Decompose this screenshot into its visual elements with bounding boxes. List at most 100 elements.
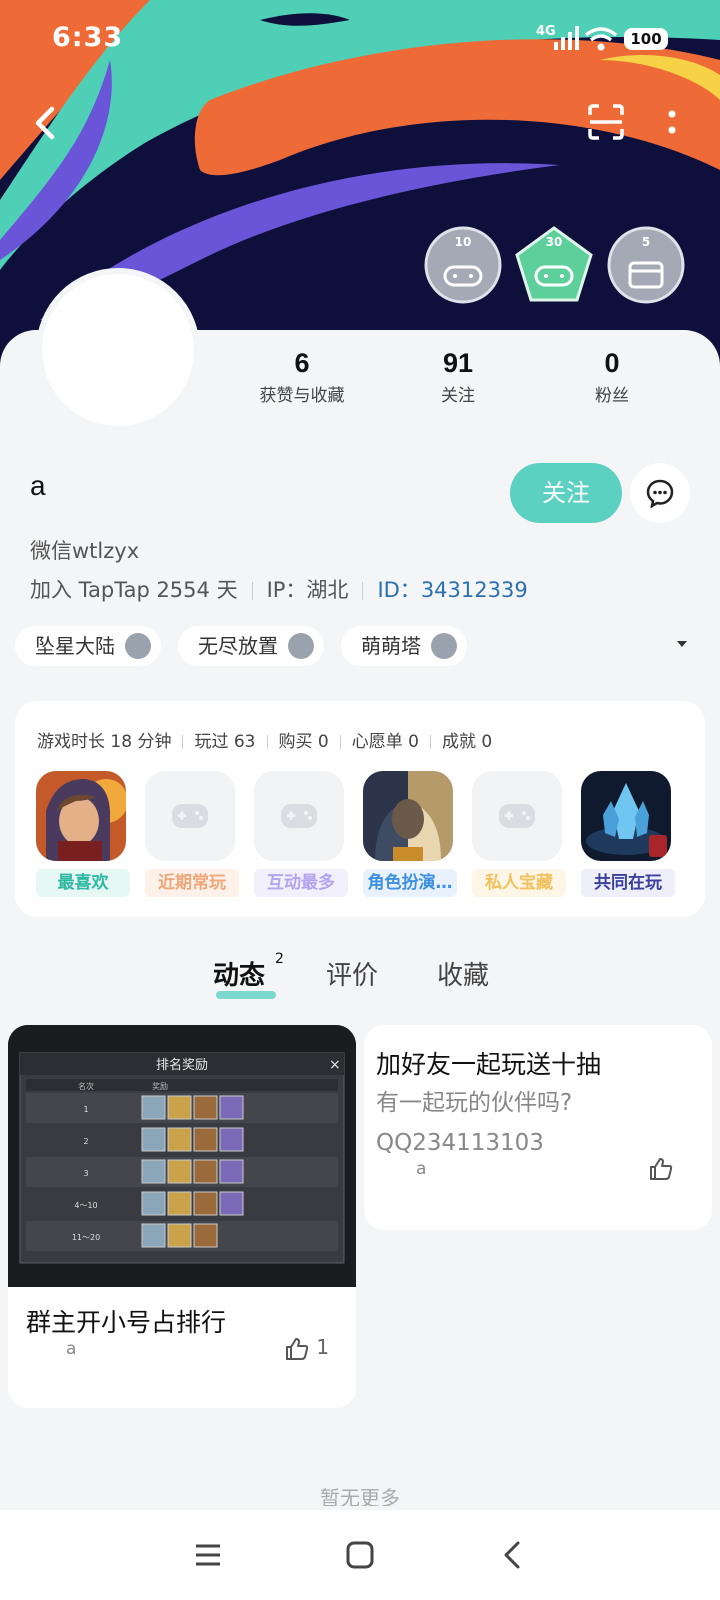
recent-apps-icon[interactable] bbox=[194, 1542, 222, 1568]
stat-value: 91 bbox=[442, 348, 474, 378]
game-chip-label: 坠星大陆 bbox=[35, 634, 115, 658]
warrior-game-icon bbox=[363, 771, 453, 861]
reward-item-icon bbox=[141, 1127, 166, 1152]
badge-value: 30 bbox=[545, 235, 563, 249]
reward-item-icon bbox=[167, 1159, 192, 1184]
purchased-count[interactable]: 购买 0 bbox=[279, 732, 329, 752]
status-bar: 6:33 4G 100 bbox=[0, 0, 720, 80]
divider bbox=[251, 582, 253, 600]
divider bbox=[266, 735, 268, 749]
reward-header: 奖励 bbox=[152, 1081, 168, 1091]
status-time: 6:33 bbox=[52, 22, 124, 53]
reward-item-icon bbox=[141, 1191, 166, 1216]
post-author[interactable]: a bbox=[66, 1339, 76, 1359]
stat-value: 6 bbox=[294, 348, 310, 378]
game-tile-favorite[interactable]: 最喜欢 bbox=[36, 771, 130, 897]
post-image: 排名奖励 × 名次 奖励 1 2 3 4～10 11～20 bbox=[8, 1025, 356, 1287]
post-card[interactable]: 加好友一起玩送十抽 有一起玩的伙伴吗? QQ234113103 a bbox=[364, 1025, 712, 1230]
post-card[interactable]: 排名奖励 × 名次 奖励 1 2 3 4～10 11～20 群主开小号占排行 a 1 bbox=[8, 1025, 356, 1408]
chevron-down-icon[interactable] bbox=[674, 636, 690, 652]
tab-favorites[interactable]: 收藏 bbox=[437, 955, 489, 992]
signal-icon bbox=[554, 26, 579, 50]
post-author[interactable]: a bbox=[416, 1159, 426, 1179]
stat-value: 0 bbox=[604, 348, 620, 378]
user-id[interactable]: 34312339 bbox=[421, 578, 528, 602]
game-tile-label: 互动最多 bbox=[254, 869, 348, 897]
reward-item-icon bbox=[167, 1223, 192, 1248]
reward-item-icon bbox=[167, 1127, 192, 1152]
divider bbox=[429, 735, 431, 749]
active-tab-indicator bbox=[216, 991, 276, 999]
dialog-title: 排名奖励 bbox=[156, 1057, 208, 1073]
reward-item-icon bbox=[219, 1159, 244, 1184]
divider bbox=[182, 735, 184, 749]
rank-label: 4～10 bbox=[74, 1201, 97, 1210]
achievement-badge[interactable]: 10 bbox=[423, 225, 503, 305]
home-icon[interactable] bbox=[345, 1540, 375, 1570]
game-chip[interactable]: 无尽放置 bbox=[178, 626, 324, 666]
thumbs-up-icon bbox=[286, 1337, 309, 1360]
rank-label: 3 bbox=[83, 1169, 88, 1178]
wishlist-count[interactable]: 心愿单 0 bbox=[352, 732, 419, 752]
game-tile-label: 私人宝藏 bbox=[472, 869, 566, 897]
games-stats: 游戏时长 18 分钟 玩过 63 购买 0 心愿单 0 成就 0 bbox=[37, 727, 492, 752]
back-icon[interactable] bbox=[500, 1540, 524, 1570]
tab-label: 收藏 bbox=[437, 961, 490, 991]
game-tile-shared[interactable]: 共同在玩 bbox=[581, 771, 675, 897]
reward-item-icon bbox=[193, 1159, 218, 1184]
scan-icon[interactable] bbox=[588, 104, 624, 140]
tab-posts-count: 2 bbox=[275, 951, 284, 967]
game-chip-label: 无尽放置 bbox=[198, 634, 278, 658]
follow-button[interactable]: 关注 bbox=[510, 463, 622, 523]
hero-game-icon bbox=[36, 771, 126, 861]
post-body: 有一起玩的伙伴吗? QQ234113103 bbox=[376, 1083, 572, 1163]
reward-item-icon bbox=[193, 1223, 218, 1248]
stat-label: 粉丝 bbox=[595, 386, 629, 406]
game-tile-label: 角色扮演… bbox=[363, 869, 457, 897]
played-count[interactable]: 玩过 63 bbox=[194, 732, 255, 752]
gamepad-icon bbox=[472, 771, 562, 861]
system-navigation-bar bbox=[0, 1510, 720, 1600]
crystal-game-icon bbox=[581, 771, 671, 861]
tab-reviews[interactable]: 评价 bbox=[326, 955, 378, 992]
tab-label: 评价 bbox=[326, 961, 379, 991]
stat-followers[interactable]: 0 粉丝 bbox=[542, 348, 682, 406]
id-label: ID： bbox=[377, 578, 421, 602]
achievement-badge[interactable]: 30 bbox=[514, 225, 594, 305]
more-options-icon[interactable] bbox=[664, 108, 680, 138]
reward-item-icon bbox=[141, 1159, 166, 1184]
stat-likes[interactable]: 6 获赞与收藏 bbox=[232, 348, 372, 406]
back-arrow-icon[interactable] bbox=[30, 105, 60, 141]
like-button[interactable] bbox=[648, 1155, 674, 1182]
post-title: 加好友一起玩送十抽 bbox=[376, 1050, 602, 1079]
avatar[interactable] bbox=[36, 268, 200, 432]
game-tile-roleplay[interactable]: 角色扮演… bbox=[363, 771, 457, 897]
wifi-icon bbox=[584, 27, 618, 51]
rank-label: 2 bbox=[83, 1137, 88, 1146]
game-tile-label: 近期常玩 bbox=[145, 869, 239, 897]
chat-icon bbox=[646, 479, 674, 508]
stat-label: 获赞与收藏 bbox=[259, 386, 345, 406]
rank-label: 1 bbox=[83, 1105, 88, 1114]
tab-posts[interactable]: 动态 bbox=[213, 955, 265, 992]
gamepad-icon bbox=[145, 771, 235, 861]
playtime[interactable]: 游戏时长 18 分钟 bbox=[37, 732, 171, 752]
stat-following[interactable]: 91 关注 bbox=[388, 348, 528, 406]
profile-meta: 加入 TapTap 2554 天 IP：湖北 ID：34312339 bbox=[30, 574, 528, 604]
reward-item-icon bbox=[141, 1223, 166, 1248]
battery-indicator: 100 bbox=[624, 28, 668, 50]
game-chip[interactable]: 萌萌塔 bbox=[341, 626, 467, 666]
game-tile-label: 共同在玩 bbox=[581, 869, 675, 897]
rank-header: 名次 bbox=[78, 1081, 94, 1091]
achievement-count[interactable]: 成就 0 bbox=[442, 732, 492, 752]
divider bbox=[339, 735, 341, 749]
achievement-badge[interactable]: 5 bbox=[606, 225, 686, 305]
game-tile-treasure[interactable]: 私人宝藏 bbox=[472, 771, 566, 897]
game-tile-recent[interactable]: 近期常玩 bbox=[145, 771, 239, 897]
game-chip[interactable]: 坠星大陆 bbox=[15, 626, 161, 666]
ip-location: IP：湖北 bbox=[266, 578, 349, 602]
message-button[interactable] bbox=[630, 463, 690, 523]
game-tile-interactive[interactable]: 互动最多 bbox=[254, 771, 348, 897]
like-button[interactable]: 1 bbox=[284, 1335, 329, 1362]
content-tabs: 动态 2 评价 收藏 bbox=[0, 951, 720, 1015]
